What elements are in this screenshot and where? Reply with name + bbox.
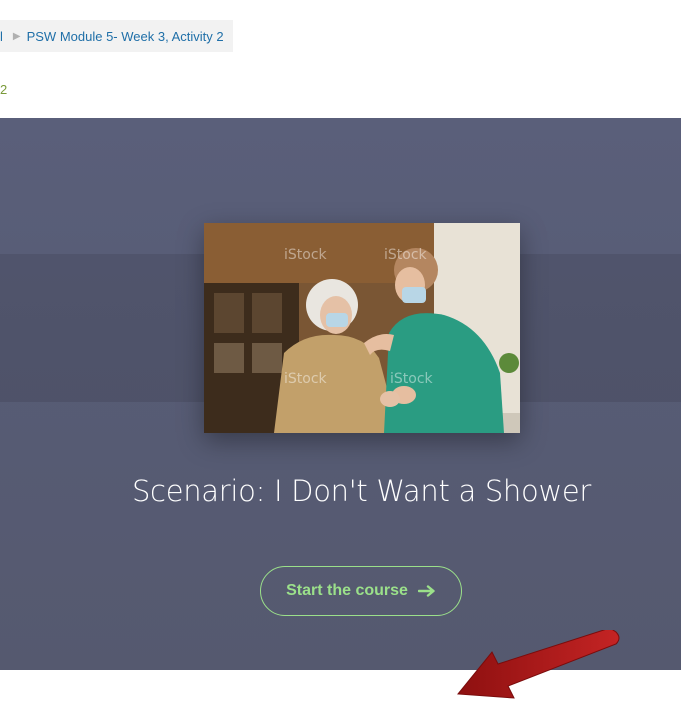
svg-text:iStock: iStock (284, 247, 328, 263)
breadcrumb: l ▶ PSW Module 5- Week 3, Activity 2 (0, 20, 233, 52)
course-title: Scenario: I Don't Want a Shower (131, 474, 592, 508)
start-course-button[interactable]: Start the course (260, 566, 462, 616)
start-course-label: Start the course (286, 582, 408, 599)
breadcrumb-current-link[interactable]: PSW Module 5- Week 3, Activity 2 (27, 29, 224, 44)
nurse-patient-photo-icon: iStock iStock iStock iStock (204, 223, 520, 433)
course-cover-image: iStock iStock iStock iStock (204, 223, 520, 433)
svg-text:iStock: iStock (384, 247, 428, 263)
breadcrumb-separator-icon: ▶ (12, 30, 21, 42)
svg-text:iStock: iStock (284, 371, 328, 387)
page-link[interactable]: 2 (0, 82, 7, 97)
breadcrumb-previous-link[interactable]: l (0, 29, 3, 44)
top-bar: l ▶ PSW Module 5- Week 3, Activity 2 2 (0, 0, 681, 118)
svg-text:iStock: iStock (390, 371, 434, 387)
arrow-right-icon (417, 585, 436, 597)
annotation-arrow-icon (440, 627, 630, 715)
course-hero: iStock iStock iStock iStock Scenario: I … (0, 118, 681, 699)
